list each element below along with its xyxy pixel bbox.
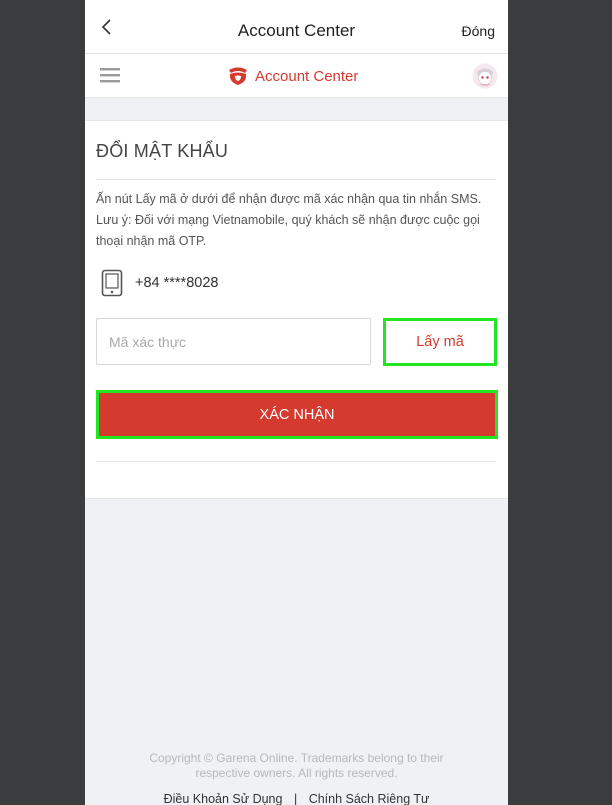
avatar[interactable]: [472, 63, 498, 89]
verification-code-input[interactable]: [96, 318, 371, 365]
phone-number-row: +84 ****8028: [101, 269, 218, 297]
brand-logo-link[interactable]: Account Center: [227, 66, 358, 86]
close-button[interactable]: Đóng: [462, 23, 495, 39]
change-password-card: ĐỔI MẬT KHẨU Ấn nút Lấy mã ở dưới để nhậ…: [85, 120, 508, 499]
terms-link[interactable]: Điều Khoản Sử Dụng: [164, 792, 283, 805]
copyright-line: respective owners. All rights reserved.: [195, 766, 398, 780]
get-code-button[interactable]: Lấy mã: [383, 318, 497, 366]
copyright-line: Copyright © Garena Online. Trademarks be…: [149, 751, 444, 765]
footer-links: Điều Khoản Sử Dụng | Chính Sách Riêng Tư: [85, 792, 508, 805]
top-navigation-bar: Account Center Đóng: [85, 0, 508, 54]
page-title: Account Center: [237, 21, 356, 40]
privacy-link[interactable]: Chính Sách Riêng Tư: [309, 792, 430, 805]
section-title: ĐỔI MẬT KHẨU: [96, 141, 229, 161]
footer-separator: |: [293, 792, 298, 805]
brand-name: Account Center: [255, 67, 359, 85]
mobile-device-icon: [101, 269, 123, 297]
divider: [96, 179, 496, 180]
confirm-button[interactable]: XÁC NHẬN: [96, 390, 498, 439]
garena-logo-icon: [229, 67, 247, 85]
hamburger-menu-icon[interactable]: [100, 67, 120, 83]
divider: [96, 461, 496, 462]
masked-phone-number: +84 ****8028: [135, 275, 219, 291]
mobile-webview: Account Center Đóng Account Center ĐỔI M…: [85, 0, 508, 805]
brand-header: Account Center: [85, 54, 508, 98]
instruction-text: Ấn nút Lấy mã ở dưới để nhận được mã xác…: [96, 192, 482, 248]
copyright-text: Copyright © Garena Online. Trademarks be…: [85, 751, 508, 781]
